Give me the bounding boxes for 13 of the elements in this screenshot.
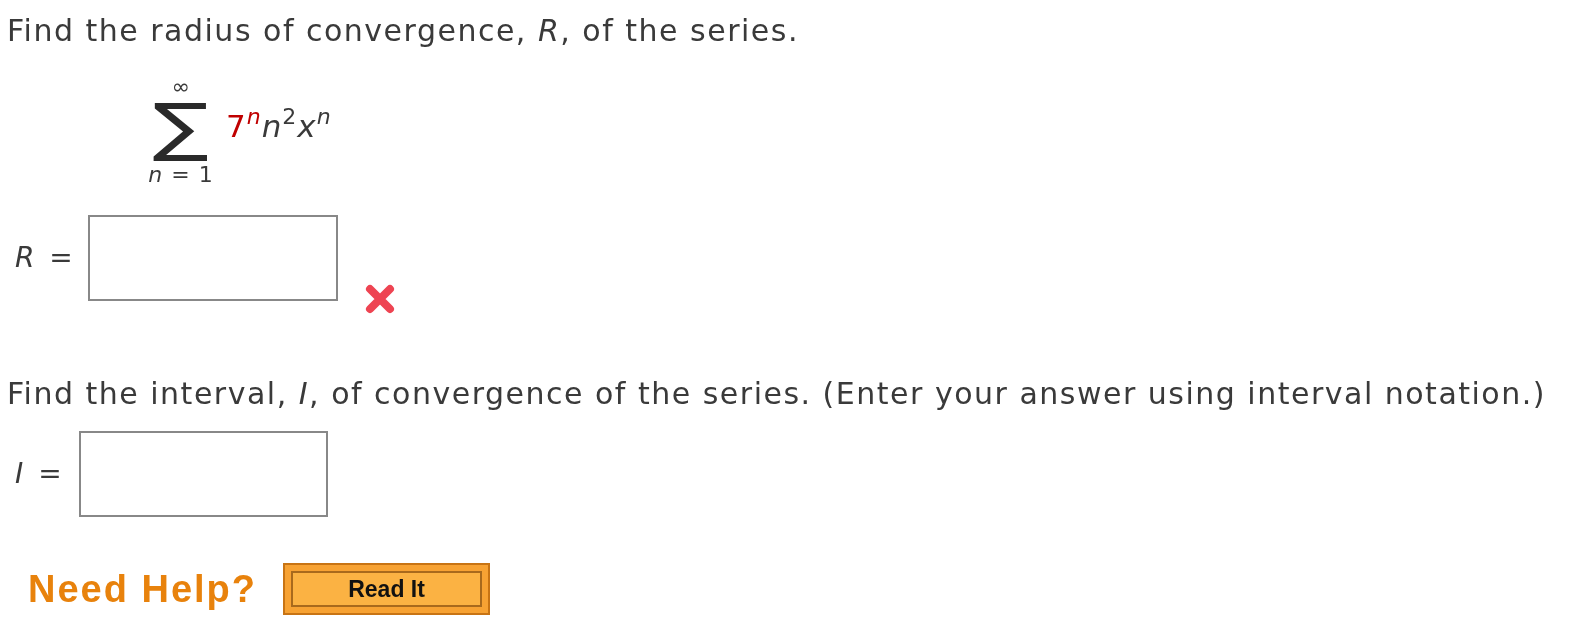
answer-label: I =	[15, 457, 63, 491]
need-help-label: Need Help?	[28, 567, 258, 611]
series-factor: x$^{n}$	[297, 108, 332, 144]
question-prompt: Find the interval, I, of convergence of the series. (Enter your answer using interval notation.)	[7, 375, 1546, 413]
answer-field[interactable]	[88, 215, 338, 301]
upper-limit: ∞	[171, 78, 191, 96]
series-factor: n$^{2}$	[261, 108, 298, 144]
lower-limit: n = 1	[148, 162, 214, 188]
answer-field[interactable]	[79, 431, 328, 517]
series-factor: 7$^{n}$	[226, 108, 262, 144]
answer-label: R =	[15, 241, 72, 275]
read-it-button[interactable]: Read It	[283, 563, 491, 615]
question-prompt: Find the radius of convergence, R, of the series.	[7, 12, 799, 50]
